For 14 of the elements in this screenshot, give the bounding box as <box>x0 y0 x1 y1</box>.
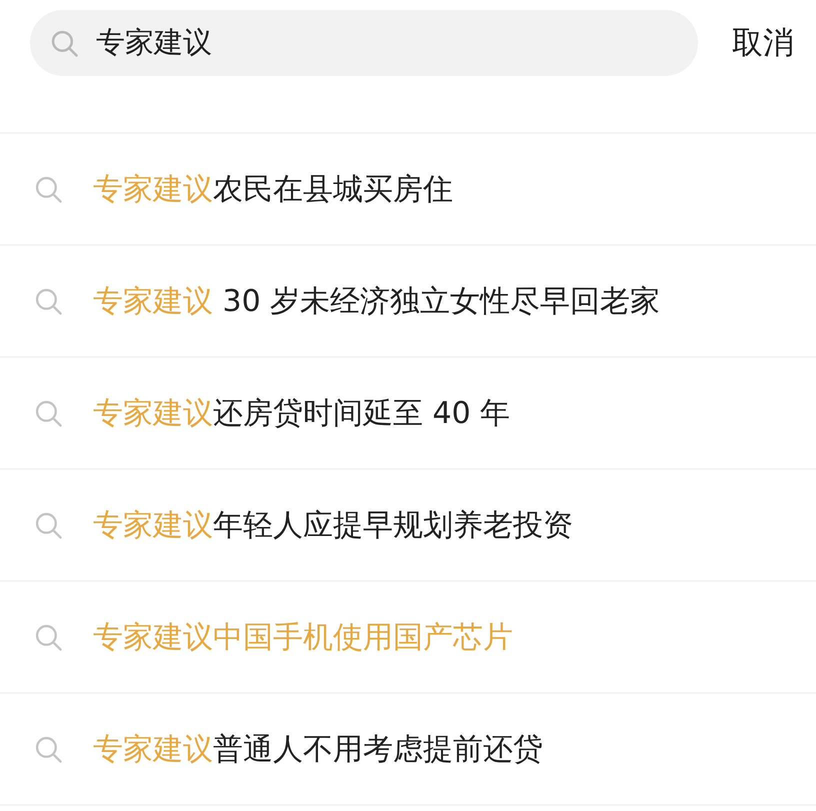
search-icon <box>35 512 62 538</box>
suggestion-item[interactable]: 专家建议 30 岁未经济独立女性尽早回老家 <box>0 246 816 358</box>
search-icon <box>35 176 62 202</box>
search-icon <box>51 30 78 56</box>
search-icon <box>35 288 62 314</box>
search-icon <box>35 736 62 762</box>
suggestion-item[interactable]: 专家建议普通人不用考虑提前还贷 <box>0 694 816 806</box>
search-field[interactable]: 专家建议 <box>30 10 698 76</box>
search-icon <box>35 400 62 426</box>
search-icon <box>35 624 62 650</box>
suggestion-item[interactable]: 专家建议农民在县城买房住 <box>0 134 816 246</box>
suggestion-item[interactable]: 专家建议年轻人应提早规划养老投资 <box>0 470 816 582</box>
cancel-button[interactable]: 取消 <box>732 24 794 62</box>
suggestion-item[interactable]: 专家建议还房贷时间延至 40 年 <box>0 358 816 470</box>
